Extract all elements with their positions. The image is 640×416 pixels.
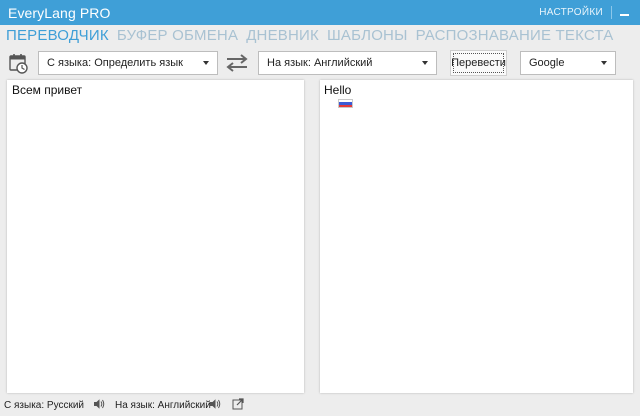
translation-engine-value: Google bbox=[529, 57, 565, 69]
source-language-select[interactable]: С языка: Определить язык bbox=[38, 51, 218, 75]
minimize-button[interactable] bbox=[618, 3, 632, 21]
target-language-value: На язык: Английский bbox=[267, 57, 373, 69]
tab-diary[interactable]: ДНЕВНИК bbox=[246, 27, 319, 49]
status-source-language: С языка: Русский bbox=[4, 400, 85, 411]
translation-engine-select[interactable]: Google bbox=[520, 51, 616, 75]
chevron-down-icon bbox=[422, 61, 428, 65]
main-tabs: ПЕРЕВОДЧИК БУФЕР ОБМЕНА ДНЕВНИК ШАБЛОНЫ … bbox=[6, 27, 613, 49]
tab-clipboard[interactable]: БУФЕР ОБМЕНА bbox=[117, 27, 238, 49]
translator-toolbar: С языка: Определить язык На язык: Англий… bbox=[0, 50, 640, 77]
source-language-value: С языка: Определить язык bbox=[47, 57, 183, 69]
chevron-down-icon bbox=[203, 61, 209, 65]
chevron-down-icon bbox=[601, 61, 607, 65]
open-external-icon[interactable] bbox=[232, 398, 244, 410]
tab-translator[interactable]: ПЕРЕВОДЧИК bbox=[6, 27, 109, 49]
source-text-area[interactable]: Всем привет bbox=[7, 80, 304, 393]
result-text-area[interactable]: Hello bbox=[320, 80, 633, 393]
app-title: EveryLang PRO bbox=[8, 4, 111, 21]
titlebar-divider bbox=[611, 6, 612, 19]
source-text: Всем привет bbox=[12, 83, 83, 97]
translated-text: Hello bbox=[324, 83, 352, 97]
translate-button[interactable]: Перевести bbox=[450, 50, 507, 76]
swap-languages-icon[interactable] bbox=[224, 54, 250, 72]
calendar-clock-icon[interactable] bbox=[9, 53, 28, 74]
status-target-language: На язык: Английский bbox=[115, 400, 211, 411]
target-language-select[interactable]: На язык: Английский bbox=[258, 51, 437, 75]
title-bar: EveryLang PRO НАСТРОЙКИ bbox=[0, 0, 640, 25]
russian-flag-icon bbox=[338, 99, 353, 108]
speaker-icon[interactable] bbox=[209, 398, 221, 410]
settings-link[interactable]: НАСТРОЙКИ bbox=[539, 7, 603, 18]
status-bar: С языка: Русский На язык: Английский bbox=[0, 396, 640, 416]
speaker-icon[interactable] bbox=[93, 398, 105, 410]
tab-templates[interactable]: ШАБЛОНЫ bbox=[327, 27, 408, 49]
tab-ocr[interactable]: РАСПОЗНАВАНИЕ ТЕКСТА bbox=[416, 27, 614, 49]
